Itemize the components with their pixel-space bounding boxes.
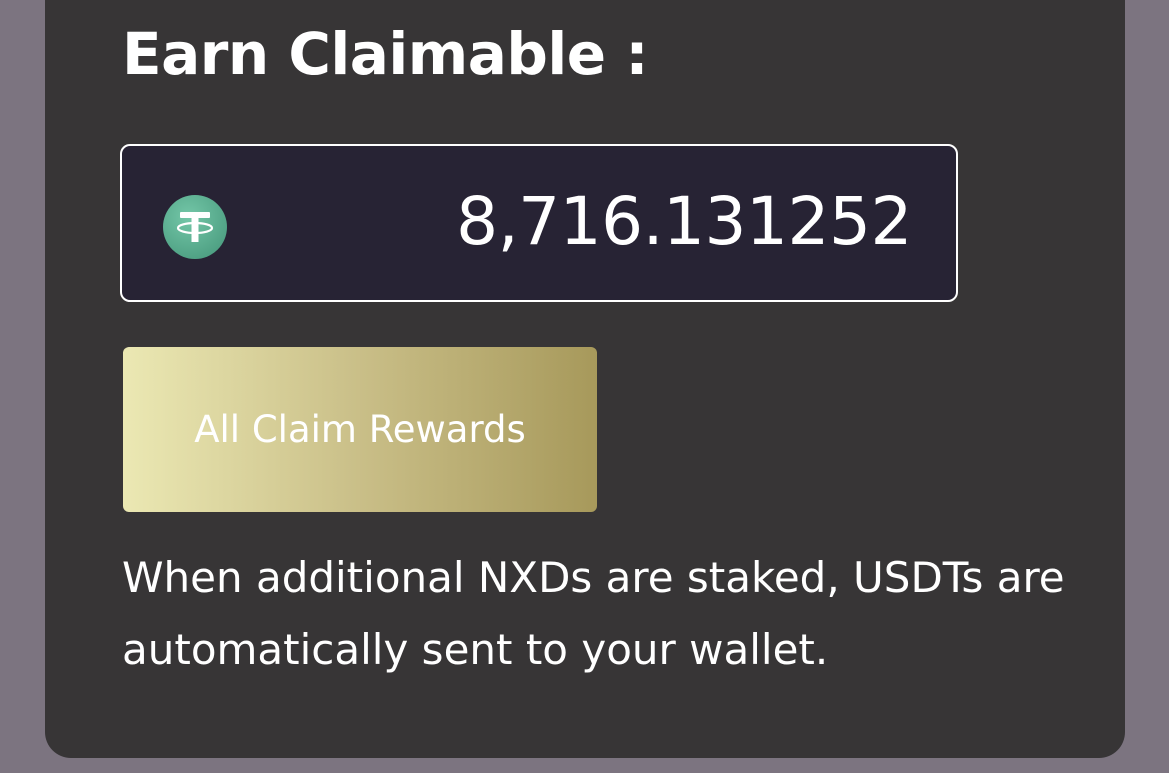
staking-info-note: When additional NXDs are staked, USDTs a…	[122, 553, 1065, 674]
claimable-amount-box: 8,716.131252	[120, 144, 958, 302]
claimable-amount: 8,716.131252	[456, 183, 912, 260]
all-claim-rewards-button[interactable]: All Claim Rewards	[123, 347, 597, 512]
tether-usdt-icon	[163, 195, 227, 259]
earn-claimable-title: Earn Claimable :	[122, 20, 649, 88]
